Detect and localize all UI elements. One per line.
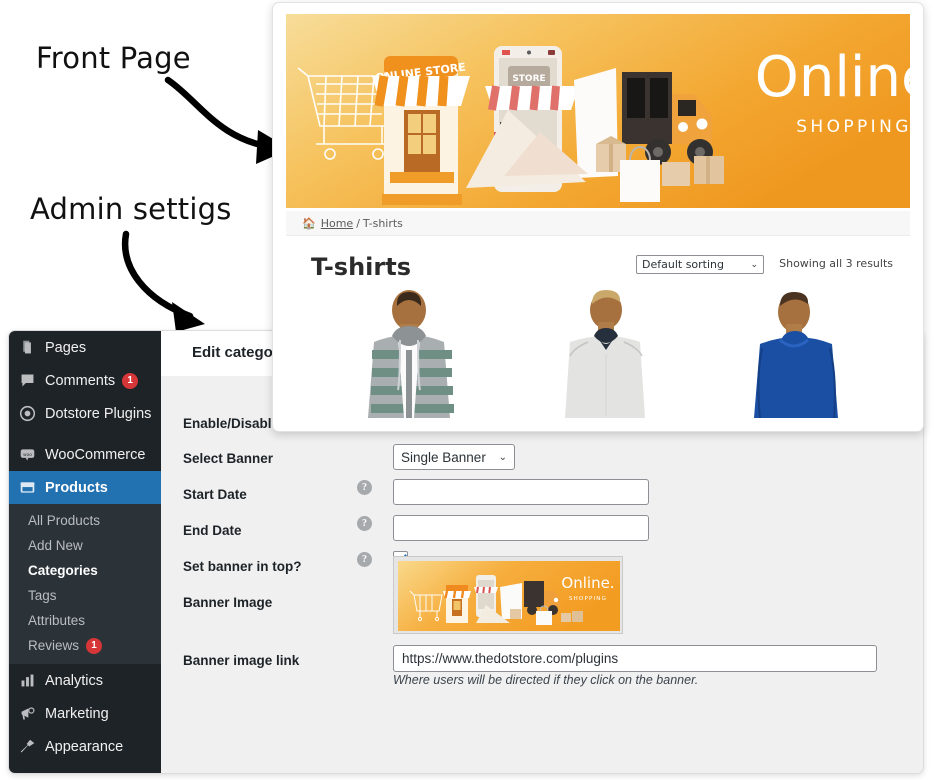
analytics-icon xyxy=(19,672,36,689)
home-icon: 🏠 xyxy=(302,216,316,230)
chevron-down-icon: ⌄ xyxy=(498,451,507,463)
banner-graphic: ONLINE STORE STORE Onlin SHOPPING xyxy=(286,14,910,208)
start-date-input[interactable] xyxy=(393,479,649,505)
admin-sidebar: Pages Comments 1 Dotstore Plugins woo Wo… xyxy=(9,331,169,773)
comments-badge: 1 xyxy=(122,372,139,389)
sidebar-item-analytics[interactable]: Analytics xyxy=(9,664,161,697)
label-select-banner: Select Banner xyxy=(183,451,274,466)
sidebar-item-appearance[interactable]: Appearance xyxy=(9,730,161,763)
submenu-item-add-new[interactable]: Add New xyxy=(9,533,161,558)
sidebar-item-label: Appearance xyxy=(45,738,124,755)
sorting-dropdown[interactable]: Default sorting ⌄ xyxy=(636,255,764,274)
category-banner-form: Enable/Disable Select Banner Single Bann… xyxy=(161,376,923,773)
sidebar-item-woocommerce[interactable]: woo WooCommerce xyxy=(9,438,161,471)
svg-text:Online.: Online. xyxy=(755,45,910,110)
sidebar-item-label: Dotstore Plugins xyxy=(45,405,152,422)
svg-text:SHOPPING: SHOPPING xyxy=(569,596,607,602)
end-date-input[interactable] xyxy=(393,515,649,541)
banner-image-link-input[interactable] xyxy=(393,645,877,672)
front-page-banner: ONLINE STORE STORE Onlin SHOPPING xyxy=(286,14,910,208)
products-icon xyxy=(19,479,36,496)
label-end-date: End Date xyxy=(183,523,242,538)
category-title: T-shirts xyxy=(311,253,411,281)
banner-thumbnail-graphic: Online. SHOPPING xyxy=(398,561,620,631)
sidebar-item-label: Pages xyxy=(45,339,87,356)
sidebar-item-label: Products xyxy=(45,479,108,496)
woocommerce-icon: woo xyxy=(19,446,36,463)
annotation-admin-settings: Admin settigs xyxy=(30,192,232,226)
sidebar-item-label: Comments xyxy=(45,372,116,389)
end-date-help-icon[interactable]: ? xyxy=(357,516,372,531)
annotation-front-page: Front Page xyxy=(36,41,191,75)
product-card-grey-raglan-tee[interactable] xyxy=(528,288,678,418)
result-count: Showing all 3 results xyxy=(779,257,893,270)
label-start-date: Start Date xyxy=(183,487,247,502)
products-submenu: All Products Add New Categories Tags Att… xyxy=(9,504,161,664)
breadcrumb: 🏠 Home / T-shirts xyxy=(286,211,910,236)
label-banner-image: Banner Image xyxy=(183,595,273,610)
dotstore-icon xyxy=(19,405,36,422)
sidebar-item-label: Marketing xyxy=(45,705,109,722)
label-enable-disable: Enable/Disable xyxy=(183,416,280,431)
appearance-icon xyxy=(19,738,36,755)
product-image xyxy=(754,292,838,418)
svg-text:STORE: STORE xyxy=(512,74,545,84)
chevron-down-icon: ⌄ xyxy=(750,259,758,270)
sidebar-item-label: Analytics xyxy=(45,672,104,689)
submenu-item-label: Add New xyxy=(28,538,83,553)
product-card-striped-hoodie[interactable] xyxy=(334,288,484,418)
start-date-help-icon[interactable]: ? xyxy=(357,480,372,495)
sidebar-item-products[interactable]: Products xyxy=(9,471,169,504)
front-page-preview: ONLINE STORE STORE Onlin SHOPPING 🏠 Home… xyxy=(272,2,924,432)
sidebar-item-comments[interactable]: Comments 1 xyxy=(9,364,161,397)
svg-text:Online.: Online. xyxy=(561,574,614,592)
svg-text:woo: woo xyxy=(23,453,32,458)
product-image xyxy=(368,290,454,418)
submenu-item-categories[interactable]: Categories xyxy=(9,558,161,583)
pages-icon xyxy=(19,339,36,356)
product-card-blue-crew-sweater[interactable] xyxy=(722,288,872,418)
submenu-item-all-products[interactable]: All Products xyxy=(9,508,161,533)
breadcrumb-current: T-shirts xyxy=(362,216,403,230)
select-banner-dropdown[interactable]: Single Banner ⌄ xyxy=(393,444,515,470)
submenu-item-label: Tags xyxy=(28,588,57,603)
sorting-value: Default sorting xyxy=(642,258,724,271)
label-banner-image-link: Banner image link xyxy=(183,653,300,668)
set-banner-top-help-icon[interactable]: ? xyxy=(357,552,372,567)
product-image xyxy=(565,290,645,418)
label-set-banner-top: Set banner in top? xyxy=(183,559,302,574)
submenu-item-label: Attributes xyxy=(28,613,86,628)
front-page-content: T-shirts Default sorting ⌄ Showing all 3… xyxy=(286,236,910,418)
breadcrumb-separator: / xyxy=(356,216,360,230)
sidebar-item-marketing[interactable]: Marketing xyxy=(9,697,161,730)
reviews-badge: 1 xyxy=(86,637,103,654)
sidebar-item-pages[interactable]: Pages xyxy=(9,331,161,364)
marketing-icon xyxy=(19,705,36,722)
comments-icon xyxy=(19,372,36,389)
sidebar-item-dotstore-plugins[interactable]: Dotstore Plugins xyxy=(9,397,161,430)
banner-image-thumbnail[interactable]: Online. SHOPPING xyxy=(393,556,623,634)
banner-image-link-description: Where users will be directed if they cli… xyxy=(393,673,699,687)
svg-text:SHOPPING: SHOPPING xyxy=(796,117,910,137)
sidebar-item-label: WooCommerce xyxy=(45,446,146,463)
submenu-item-reviews[interactable]: Reviews 1 xyxy=(9,633,161,658)
select-banner-value: Single Banner xyxy=(401,449,486,465)
submenu-item-tags[interactable]: Tags xyxy=(9,583,161,608)
breadcrumb-home-link[interactable]: Home xyxy=(321,217,353,230)
submenu-item-label: Categories xyxy=(28,563,98,578)
submenu-item-label: All Products xyxy=(28,513,101,528)
submenu-item-attributes[interactable]: Attributes xyxy=(9,608,161,633)
submenu-item-label: Reviews xyxy=(28,638,80,653)
